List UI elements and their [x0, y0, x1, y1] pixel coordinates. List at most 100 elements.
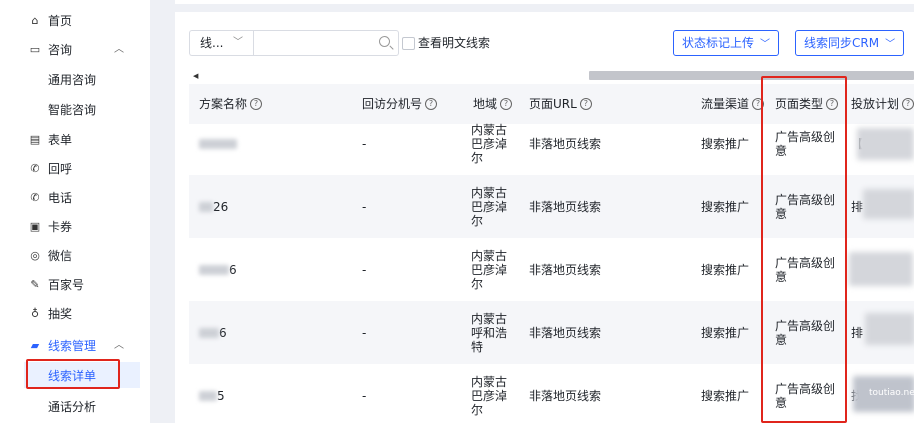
cell-traffic-channel: 搜索推广 — [701, 326, 750, 340]
sidebar-item-form[interactable]: ▤ 表单 — [28, 130, 72, 150]
help-icon[interactable]: ? — [579, 97, 592, 110]
cell-region: 内蒙古巴彦淖尔 — [471, 185, 508, 228]
redacted-block — [863, 189, 914, 219]
sidebar-item-lottery[interactable]: ♁ 抽奖 — [28, 304, 72, 324]
help-icon[interactable]: ? — [500, 97, 513, 110]
cell-region: 内蒙古巴彦淖尔 — [471, 248, 508, 291]
sidebar-item-coupon[interactable]: ▣ 卡券 — [28, 217, 72, 237]
chat-icon: ▭ — [29, 43, 41, 56]
cell-page-url: 非落地页线索 — [529, 326, 602, 340]
top-strip — [175, 0, 914, 4]
cell-region: 内蒙古巴彦淖尔 — [471, 374, 508, 417]
plaintext-checkbox[interactable] — [402, 37, 415, 50]
search-input[interactable] — [253, 30, 399, 56]
cell-page-url: 非落地页线索 — [529, 200, 602, 214]
redacted-block — [849, 252, 913, 286]
watermark: toutiao.net — [869, 388, 914, 398]
sidebar-item-label: 首页 — [48, 14, 73, 28]
chevron-down-icon: ﹀ — [885, 39, 896, 50]
plaintext-checkbox-label: 查看明文线索 — [418, 36, 491, 50]
table-row[interactable]: 26 - 内蒙古巴彦淖尔 非落地页线索 搜索推广 广告高级创意 排 — [189, 175, 914, 238]
cell-page-type: 广告高级创意 — [775, 129, 836, 158]
cell-page-type: 广告高级创意 — [775, 255, 836, 284]
sidebar: ⌂ 首页 ▭ 咨询 ︿ 通用咨询 智能咨询 ▤ 表单 ✆ 回呼 ✆ 电话 ▣ 卡… — [0, 0, 150, 423]
crm-sync-button[interactable]: 线索同步CRM ﹀ — [795, 30, 905, 56]
help-icon[interactable]: ? — [752, 97, 765, 110]
horizontal-scrollbar-thumb[interactable] — [589, 71, 914, 80]
sidebar-item-baijiahao[interactable]: ✎ 百家号 — [28, 275, 84, 295]
table-row[interactable]: 6 - 内蒙古呼和浩特 非落地页线索 搜索推广 广告高级创意 排 — [189, 301, 914, 364]
sidebar-item-label: 百家号 — [48, 278, 85, 292]
sidebar-item-label: 卡券 — [48, 220, 73, 234]
sidebar-item-label: 表单 — [48, 133, 73, 147]
sidebar-item-smart-consult[interactable]: 智能咨询 — [48, 100, 96, 120]
table-row[interactable]: 6 - 内蒙古巴彦淖尔 非落地页线索 搜索推广 广告高级创意 — [189, 238, 914, 301]
wechat-icon: ◎ — [30, 249, 40, 262]
search-icon[interactable] — [379, 36, 390, 47]
sidebar-item-callback[interactable]: ✆ 回呼 — [28, 159, 72, 179]
cell-ad-plan: 排 — [851, 326, 864, 340]
cell-page-url: 非落地页线索 — [529, 263, 602, 277]
cell-page-type: 广告高级创意 — [775, 192, 836, 221]
sidebar-item-label: 电话 — [48, 191, 73, 205]
status-upload-button[interactable]: 状态标记上传 ﹀ — [673, 30, 780, 56]
cell-callback-ext: - — [362, 325, 367, 340]
redacted-block — [857, 128, 914, 160]
field-select[interactable]: 线... ﹀ — [189, 30, 253, 56]
sidebar-item-consult[interactable]: ▭ 咨询 ︿ — [28, 40, 124, 60]
sidebar-item-lead-manage[interactable]: ▰ 线索管理 ︿ — [28, 336, 124, 356]
sidebar-item-wechat[interactable]: ◎ 微信 — [28, 246, 72, 266]
table-row[interactable]: - 内蒙古巴彦淖尔 非落地页线索 搜索推广 广告高级创意 【 — [189, 112, 914, 175]
field-select-value: 线... — [200, 36, 224, 50]
cell-page-url: 非落地页线索 — [529, 389, 602, 403]
cell-plan-name: 6 — [199, 301, 227, 364]
cell-plan-name: 26 — [199, 175, 228, 238]
lead-manage-icon: ▰ — [30, 339, 40, 352]
cell-traffic-channel: 搜索推广 — [701, 389, 750, 403]
sidebar-item-label: 回呼 — [48, 162, 73, 176]
main-panel: 线... ﹀ 查看明文线索 状态标记上传 ﹀ 线索同步CRM ﹀ ◀ 方案名称? 回… — [175, 12, 914, 423]
cell-page-type: 广告高级创意 — [775, 318, 836, 347]
help-icon[interactable]: ? — [826, 97, 839, 110]
redacted-block — [865, 313, 914, 345]
coupon-icon: ▣ — [29, 220, 41, 233]
cell-page-url: 非落地页线索 — [529, 137, 602, 151]
help-icon[interactable]: ? — [902, 97, 914, 110]
redacted-block — [199, 201, 213, 212]
cell-page-type: 广告高级创意 — [775, 381, 836, 410]
chevron-down-icon: ﹀ — [760, 39, 771, 50]
sidebar-item-phone[interactable]: ✆ 电话 — [28, 188, 72, 208]
callback-icon: ✆ — [30, 162, 40, 175]
sidebar-item-label: 咨询 — [48, 43, 73, 57]
redacted-block — [199, 327, 219, 338]
cell-callback-ext: - — [362, 262, 367, 277]
home-icon: ⌂ — [31, 14, 39, 27]
help-icon[interactable]: ? — [425, 97, 438, 110]
cell-callback-ext: - — [362, 199, 367, 214]
cell-callback-ext: - — [362, 388, 367, 403]
phone-icon: ✆ — [30, 191, 40, 204]
cell-region: 内蒙古呼和浩特 — [471, 311, 508, 354]
status-upload-label: 状态标记上传 — [682, 36, 755, 50]
cell-traffic-channel: 搜索推广 — [701, 263, 750, 277]
cell-traffic-channel: 搜索推广 — [701, 137, 750, 151]
sidebar-item-label: 线索管理 — [48, 339, 97, 353]
sidebar-item-home[interactable]: ⌂ 首页 — [28, 11, 73, 31]
table-row[interactable]: 5 - 内蒙古巴彦淖尔 非落地页线索 搜索推广 广告高级创意 找 toutiao… — [189, 364, 914, 423]
redacted-block — [199, 264, 229, 275]
sidebar-item-label: 微信 — [48, 249, 73, 263]
help-icon[interactable]: ? — [250, 97, 263, 110]
cell-ad-plan: 排 — [851, 200, 864, 214]
cell-callback-ext: - — [362, 136, 367, 151]
sidebar-item-label: 抽奖 — [48, 307, 73, 321]
cell-region: 内蒙古巴彦淖尔 — [471, 122, 508, 165]
sidebar-item-lead-detail[interactable]: 线索详单 — [48, 366, 96, 386]
chevron-up-icon: ︿ — [114, 340, 124, 351]
cell-traffic-channel: 搜索推广 — [701, 200, 750, 214]
sidebar-item-general-consult[interactable]: 通用咨询 — [48, 70, 96, 90]
chevron-up-icon: ︿ — [114, 44, 124, 55]
scroll-left-icon[interactable]: ◀ — [193, 72, 198, 80]
redacted-block — [199, 138, 237, 149]
cell-plan-name: 5 — [199, 364, 225, 423]
sidebar-item-call-analysis[interactable]: 通话分析 — [48, 397, 96, 417]
